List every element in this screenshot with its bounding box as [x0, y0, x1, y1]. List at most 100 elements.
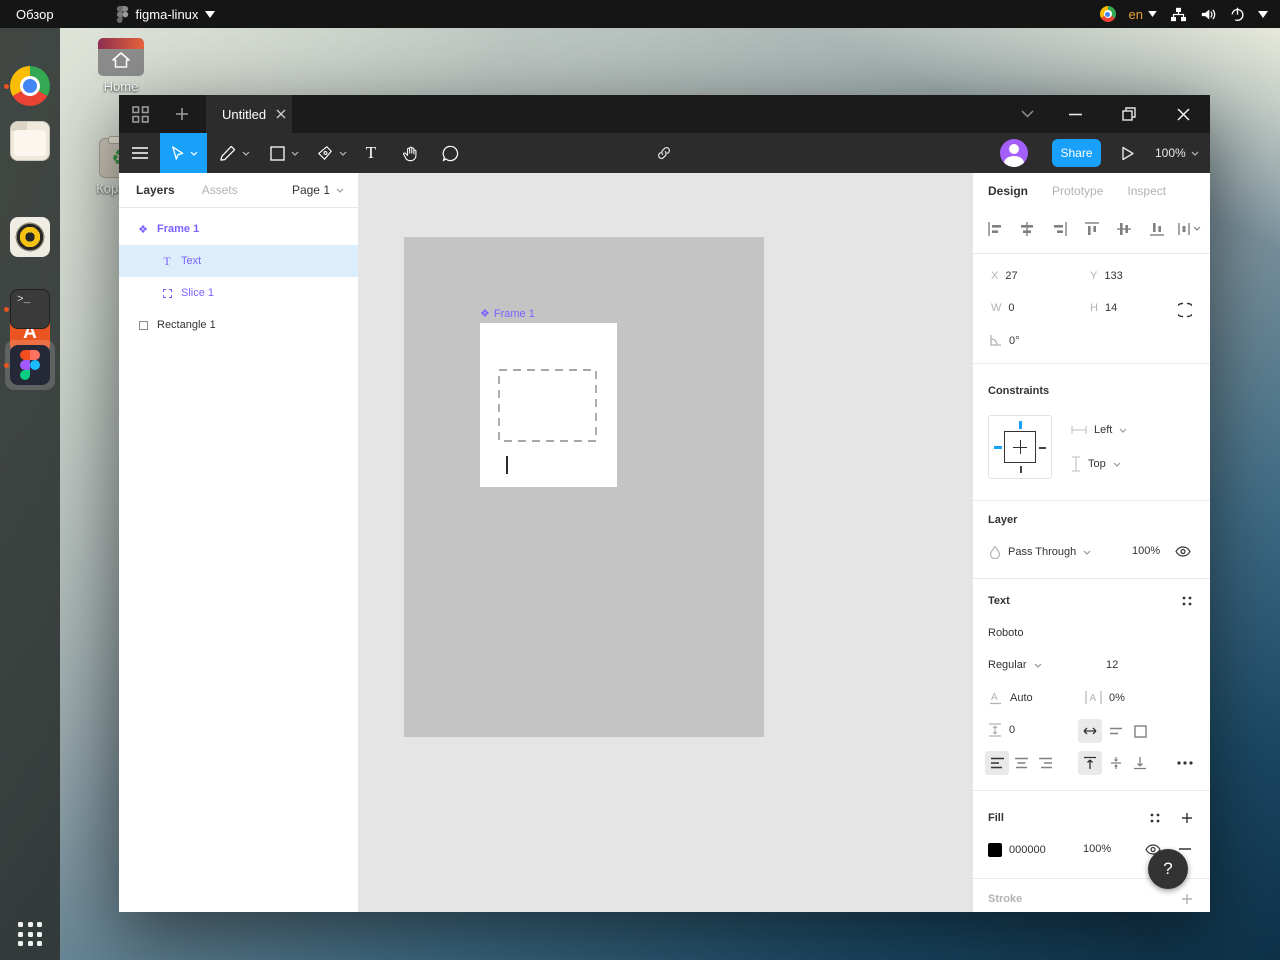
letter-spacing-field[interactable]: A 0%	[1085, 691, 1125, 704]
layer-row-frame-1[interactable]: ❖ Frame 1	[119, 213, 358, 245]
chrome-status-icon[interactable]	[1100, 6, 1116, 22]
dock-item-chrome[interactable]	[10, 66, 50, 106]
present-button[interactable]	[1115, 133, 1141, 173]
canvas-rectangle-1[interactable]	[404, 237, 764, 737]
font-size-field[interactable]: 12	[1106, 659, 1118, 671]
x-position-field[interactable]: X 27	[991, 270, 1018, 282]
fill-color-row[interactable]: 000000	[988, 843, 1046, 857]
text-valign-middle-button[interactable]	[1104, 751, 1128, 775]
move-tool[interactable]	[160, 133, 207, 173]
fill-color-swatch[interactable]	[988, 843, 1002, 857]
constraint-right-tick[interactable]	[1039, 447, 1046, 449]
volume-icon[interactable]	[1200, 7, 1217, 22]
figma-app-mini-icon	[116, 6, 129, 23]
align-right-icon[interactable]	[1048, 217, 1072, 241]
add-fill-icon[interactable]	[1175, 806, 1199, 830]
dock-item-figma[interactable]	[10, 345, 50, 385]
activities-button[interactable]: Обзор	[0, 0, 70, 28]
help-button[interactable]: ?	[1148, 849, 1188, 889]
blend-mode-select[interactable]: Pass Through	[989, 545, 1091, 559]
font-weight-select[interactable]: Regular	[988, 659, 1042, 671]
pencil-tool[interactable]	[213, 133, 255, 173]
fill-styles-icon[interactable]	[1143, 806, 1167, 830]
tab-untitled[interactable]: Untitled	[206, 95, 292, 133]
align-left-icon[interactable]	[983, 217, 1007, 241]
paragraph-spacing-field[interactable]: 0	[988, 723, 1015, 737]
new-tab-button[interactable]	[163, 95, 201, 133]
dock-item-rhythmbox[interactable]	[10, 217, 50, 257]
minimize-button[interactable]	[1056, 95, 1094, 133]
share-button[interactable]: Share	[1052, 139, 1101, 167]
network-icon[interactable]	[1170, 7, 1187, 22]
tab-inspect[interactable]: Inspect	[1127, 184, 1166, 198]
tab-prototype[interactable]: Prototype	[1052, 184, 1103, 198]
canvas[interactable]: ❖ Frame 1	[359, 173, 972, 912]
hand-tool[interactable]	[396, 133, 424, 173]
language-indicator[interactable]: en	[1129, 7, 1157, 22]
text-valign-top-button[interactable]	[1078, 751, 1102, 775]
align-h-center-icon[interactable]	[1015, 217, 1039, 241]
horizontal-constraint-select[interactable]: Left	[1071, 424, 1127, 436]
layer-row-rectangle-1[interactable]: Rectangle 1	[119, 309, 358, 341]
text-tool[interactable]: T	[357, 133, 385, 173]
system-menu-caret-icon[interactable]	[1258, 11, 1268, 18]
canvas-slice-1[interactable]	[498, 369, 597, 442]
canvas-frame-1[interactable]	[480, 323, 617, 487]
tab-close-icon[interactable]	[276, 109, 286, 119]
text-more-options-icon[interactable]	[1173, 751, 1197, 775]
constraint-left-tick[interactable]	[994, 446, 1002, 449]
layer-opacity-field[interactable]: 100%	[1132, 545, 1160, 557]
tabs-overview-button[interactable]	[121, 95, 159, 133]
power-icon[interactable]	[1230, 7, 1245, 22]
font-family-select[interactable]: Roboto	[988, 627, 1023, 639]
dock-item-files[interactable]	[10, 121, 50, 161]
text-align-center-button[interactable]	[1009, 751, 1033, 775]
constraint-bottom-tick[interactable]	[1020, 466, 1022, 473]
close-button[interactable]	[1164, 95, 1202, 133]
add-stroke-icon[interactable]	[1175, 887, 1199, 911]
constraints-widget[interactable]	[988, 415, 1052, 479]
text-styles-icon[interactable]	[1175, 589, 1199, 613]
show-applications-button[interactable]	[18, 922, 42, 946]
tab-layers[interactable]: Layers	[136, 183, 175, 197]
zoom-menu[interactable]: 100%	[1155, 133, 1199, 173]
line-height-field[interactable]: A Auto	[988, 691, 1033, 705]
align-bottom-icon[interactable]	[1145, 217, 1169, 241]
user-avatar[interactable]	[1000, 139, 1028, 167]
restore-button[interactable]	[1110, 95, 1148, 133]
dock-item-terminal[interactable]: >_	[10, 289, 50, 329]
constrain-proportions-icon[interactable]	[1173, 298, 1197, 322]
rotation-field[interactable]: 0°	[989, 334, 1020, 347]
distribute-menu-icon[interactable]	[1177, 217, 1201, 241]
window-menu-caret[interactable]	[1008, 95, 1046, 133]
vertical-constraint-select[interactable]: Top	[1071, 456, 1121, 472]
tab-design[interactable]: Design	[988, 184, 1028, 198]
auto-width-button[interactable]	[1078, 719, 1102, 743]
shape-tool[interactable]	[263, 133, 305, 173]
align-top-icon[interactable]	[1080, 217, 1104, 241]
pen-tool[interactable]	[311, 133, 353, 173]
auto-height-button[interactable]	[1104, 719, 1128, 743]
active-app-menu[interactable]: figma-linux	[108, 0, 224, 28]
y-position-field[interactable]: Y 133	[1090, 270, 1123, 282]
width-field[interactable]: W 0	[991, 302, 1015, 314]
align-v-center-icon[interactable]	[1112, 217, 1136, 241]
desktop-icon-home[interactable]: Home	[86, 38, 156, 94]
height-field[interactable]: H 14	[1090, 302, 1117, 314]
layer-row-text[interactable]: T Text	[119, 245, 358, 277]
page-selector[interactable]: Page 1	[292, 183, 344, 197]
text-align-right-button[interactable]	[1033, 751, 1057, 775]
fill-opacity-field[interactable]: 100%	[1083, 843, 1111, 855]
text-align-left-button[interactable]	[985, 751, 1009, 775]
line-height-icon: A	[988, 691, 1003, 705]
fixed-size-button[interactable]	[1128, 719, 1152, 743]
layer-visibility-eye-icon[interactable]	[1171, 539, 1195, 563]
text-valign-bottom-button[interactable]	[1128, 751, 1152, 775]
comment-tool[interactable]	[436, 133, 464, 173]
tab-assets[interactable]: Assets	[202, 183, 238, 197]
layer-row-slice-1[interactable]: Slice 1	[119, 277, 358, 309]
canvas-frame-label[interactable]: ❖ Frame 1	[480, 307, 535, 320]
copy-link-icon[interactable]	[650, 133, 678, 173]
main-menu-button[interactable]	[126, 133, 154, 173]
constraint-top-tick[interactable]	[1019, 421, 1022, 429]
